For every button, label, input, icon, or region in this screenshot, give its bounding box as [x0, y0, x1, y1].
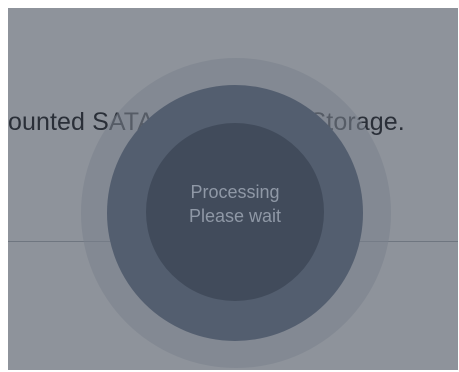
processing-label: Processing Please wait [146, 180, 324, 228]
app-viewport: ounted SATA HDD or USB Storage. Processi… [8, 8, 458, 370]
please-wait-text: Please wait [188, 206, 282, 226]
processing-text: Processing [190, 182, 280, 202]
